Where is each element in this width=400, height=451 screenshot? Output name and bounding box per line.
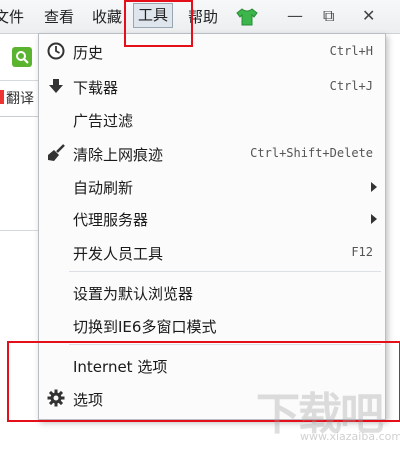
menu-favorites[interactable]: 收藏 (92, 6, 122, 27)
menu-item-label: 清除上网痕迹 (73, 146, 164, 164)
watermark-url: www.xiazaiba.com (300, 430, 400, 443)
toolbar-divider (0, 116, 42, 117)
search-icon (16, 51, 29, 64)
menu-item-clear-history[interactable]: 清除上网痕迹 Ctrl+Shift+Delete (39, 138, 385, 169)
shortcut-label: Ctrl+Shift+Delete (250, 146, 373, 160)
menu-item-history[interactable]: 历史 Ctrl+H (39, 36, 385, 67)
content-divider (0, 230, 42, 231)
menu-item-proxy[interactable]: 代理服务器 (39, 203, 385, 234)
menu-item-ad-filter[interactable]: 广告过滤 (39, 104, 385, 135)
menu-file[interactable]: 文件 (0, 6, 24, 27)
menu-item-label: 代理服务器 (73, 211, 149, 229)
close-button[interactable]: ✕ (362, 6, 375, 25)
menu-item-downloader[interactable]: 下载器 Ctrl+J (39, 71, 385, 102)
broom-icon (48, 144, 65, 161)
restore-button[interactable]: ⧉ (323, 6, 334, 26)
highlight-box-tools (124, 0, 193, 47)
submenu-arrow-icon (371, 182, 377, 192)
menu-item-label: 历史 (73, 44, 104, 62)
menu-item-ie6-mode[interactable]: 切换到IE6多窗口模式 (39, 310, 385, 341)
menu-item-auto-refresh[interactable]: 自动刷新 (39, 171, 385, 202)
submenu-arrow-icon (371, 214, 377, 224)
minimize-button[interactable]: — (287, 6, 303, 25)
translate-icon (0, 90, 4, 104)
menu-separator (69, 271, 381, 272)
translate-button[interactable]: 翻译 (6, 88, 34, 108)
menu-item-label: 自动刷新 (73, 179, 134, 197)
menu-item-label: 广告过滤 (73, 112, 134, 130)
menu-view[interactable]: 查看 (44, 6, 74, 27)
download-arrow-icon (49, 79, 63, 93)
search-button[interactable] (12, 47, 32, 67)
tshirt-skin-icon[interactable] (236, 8, 258, 26)
shortcut-label: Ctrl+J (329, 79, 373, 93)
toolbar-divider (0, 80, 42, 81)
shortcut-label: F12 (351, 245, 373, 259)
clock-icon (47, 42, 65, 60)
menu-item-label: 切换到IE6多窗口模式 (73, 318, 217, 336)
shortcut-label: Ctrl+H (329, 44, 373, 58)
menu-bar: 文件 查看 收藏 工具 帮助 — ⧉ ✕ (0, 0, 400, 34)
menu-item-label: 开发人员工具 (73, 245, 164, 263)
menu-item-label: 设置为默认浏览器 (73, 285, 194, 303)
menu-item-set-default[interactable]: 设置为默认浏览器 (39, 277, 385, 308)
menu-item-label: 下载器 (73, 79, 119, 97)
menu-item-dev-tools[interactable]: 开发人员工具 F12 (39, 237, 385, 268)
